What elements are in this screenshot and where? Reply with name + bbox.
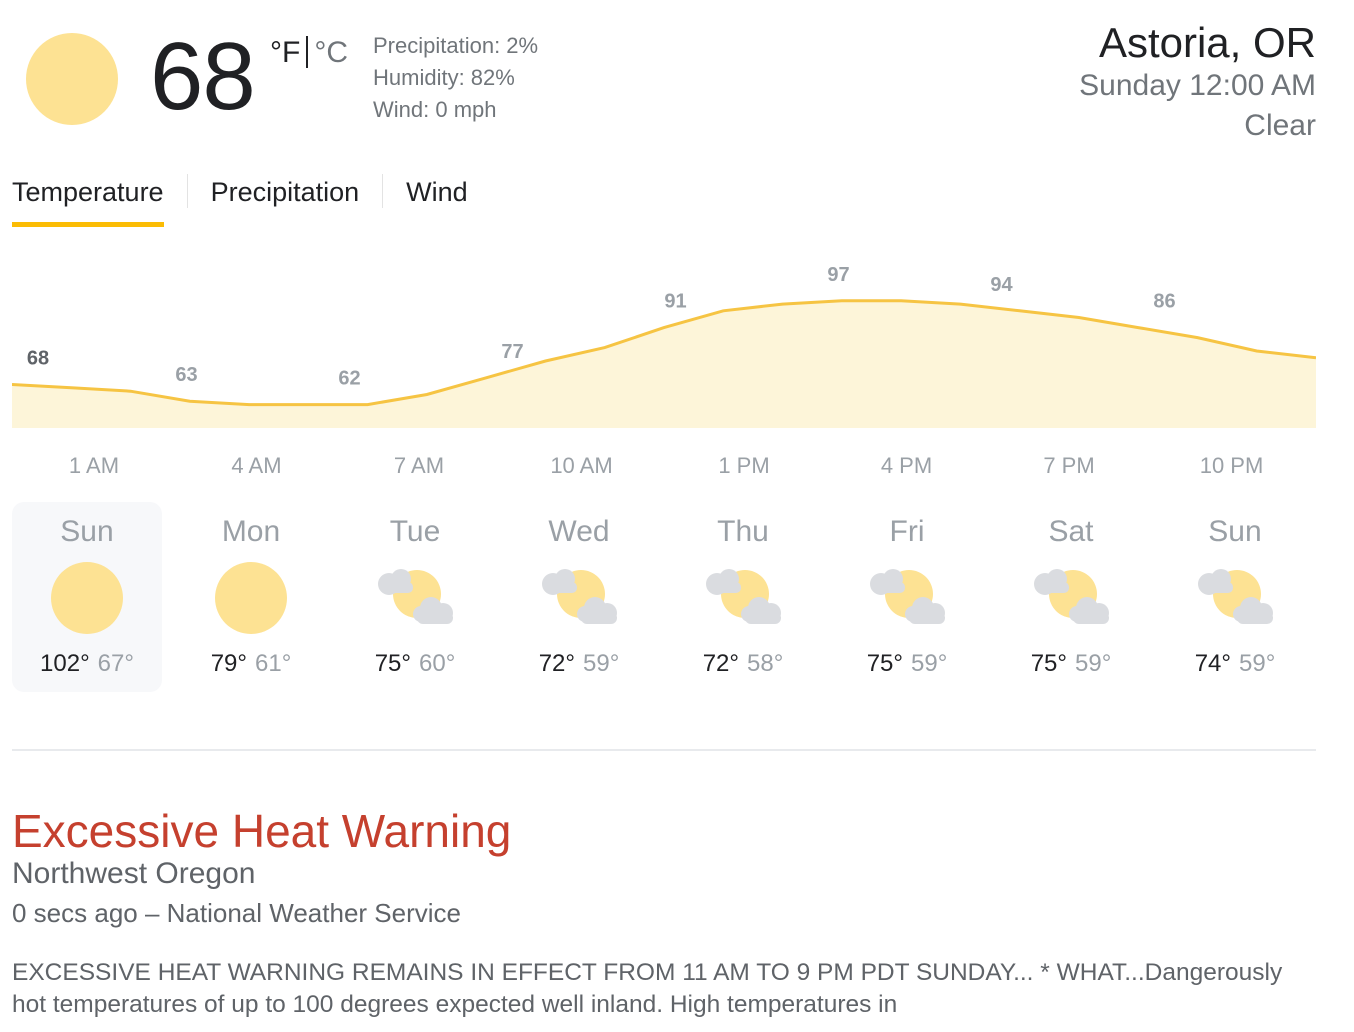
location-condition: Clear: [1244, 109, 1316, 142]
low-temperature: 59°: [1239, 650, 1276, 677]
high-temperature: 75°: [866, 650, 903, 677]
low-temperature: 58°: [747, 650, 784, 677]
temperature-point-label: 86: [1153, 291, 1175, 313]
temperature-point-label: 63: [175, 364, 197, 386]
partly-cloudy-night-icon: [867, 558, 947, 638]
temperature-point-label: 77: [501, 341, 523, 363]
location-datetime: Sunday 12:00 AM: [1079, 69, 1316, 102]
high-temperature: 102°: [40, 650, 90, 677]
day-card[interactable]: Thu 72° 58°: [668, 502, 818, 692]
high-temperature: 72°: [702, 650, 739, 677]
high-temperature: 75°: [374, 650, 411, 677]
day-temperatures: 75° 59°: [832, 647, 982, 681]
partly-cloudy-night-icon: [1195, 558, 1275, 638]
unit-toggle: °F °C: [270, 34, 348, 72]
day-temperatures: 79° 61°: [176, 647, 326, 681]
low-temperature: 59°: [911, 650, 948, 677]
section-divider: [12, 749, 1316, 751]
hour-label: 7 PM: [1043, 453, 1095, 478]
day-card[interactable]: Sat 75° 59°: [996, 502, 1146, 692]
day-name: Mon: [221, 515, 281, 548]
day-card[interactable]: Mon 79° 61°: [176, 502, 326, 692]
weather-details: Precipitation: 2% Humidity: 82% Wind: 0 …: [373, 30, 538, 126]
day-temperatures: 75° 60°: [340, 647, 490, 681]
day-name: Tue: [389, 515, 441, 548]
day-temperatures: 102° 67°: [12, 647, 162, 681]
day-name: Sat: [1048, 515, 1094, 548]
hour-axis: 1 AM 4 AM 7 AM 10 AM 1 PM 4 PM 7 PM 10 PM: [12, 450, 1316, 482]
day-card[interactable]: Wed 72° 59°: [504, 502, 654, 692]
location-block: Astoria, OR Sunday 12:00 AM Clear: [1079, 20, 1316, 146]
forecast-tabs: Temperature Precipitation Wind: [12, 172, 468, 228]
day-name: Thu: [717, 515, 769, 548]
tab-wind[interactable]: Wind: [406, 172, 468, 222]
location-name: Astoria, OR: [1098, 19, 1316, 66]
day-name: Fri: [889, 515, 925, 548]
high-temperature: 72°: [538, 650, 575, 677]
day-name: Sun: [1208, 515, 1262, 548]
low-temperature: 61°: [255, 650, 292, 677]
tab-divider: [382, 174, 384, 208]
temperature-area-fill: [12, 300, 1316, 428]
partly-cloudy-night-icon: [539, 558, 619, 638]
day-card[interactable]: Fri 75° 59°: [832, 502, 982, 692]
day-temperatures: 72° 58°: [668, 647, 818, 681]
hour-label: 4 AM: [231, 453, 282, 478]
alert-region: Northwest Oregon: [12, 857, 256, 890]
temperature-point-label: 97: [827, 264, 849, 286]
daily-forecast: Sun 102° 67° Mon 79° 61° Tue 75° 60° Wed 72° 59° Thu…: [12, 502, 1322, 692]
celsius-toggle[interactable]: °C: [314, 36, 348, 69]
current-weather-sun-icon: [26, 33, 118, 125]
alert-body: EXCESSIVE HEAT WARNING REMAINS IN EFFECT…: [12, 959, 1283, 1018]
high-temperature: 75°: [1030, 650, 1067, 677]
hour-label: 7 AM: [393, 453, 445, 478]
temperature-chart: 68 63 62 77 91 97 94 86: [12, 264, 1316, 428]
hour-label: 10 PM: [1199, 453, 1264, 478]
low-temperature: 67°: [97, 650, 134, 677]
partly-cloudy-night-icon: [703, 558, 783, 638]
sun-icon: [47, 558, 127, 638]
precipitation-detail: Precipitation: 2%: [373, 33, 539, 58]
hour-label: 4 PM: [880, 453, 933, 478]
temperature-point-label: 62: [338, 368, 360, 390]
alert-meta: 0 secs ago – National Weather Service: [12, 898, 461, 928]
high-temperature: 74°: [1194, 650, 1231, 677]
current-temperature: 68: [150, 23, 256, 130]
hour-label: 1 PM: [718, 453, 770, 478]
day-card[interactable]: Sun 74° 59°: [1160, 502, 1310, 692]
humidity-detail: Humidity: 82%: [373, 65, 515, 90]
tab-divider: [186, 174, 188, 208]
temperature-point-label: 94: [990, 274, 1013, 296]
partly-cloudy-night-icon: [1031, 558, 1111, 638]
day-card[interactable]: Tue 75° 60°: [340, 502, 490, 692]
day-name: Sun: [60, 515, 114, 548]
partly-cloudy-night-icon: [375, 558, 455, 638]
day-temperatures: 75° 59°: [996, 647, 1146, 681]
low-temperature: 59°: [1075, 650, 1112, 677]
hour-label: 1 AM: [68, 453, 120, 478]
hour-label: 10 AM: [550, 453, 613, 478]
day-temperatures: 74° 59°: [1160, 647, 1310, 681]
unit-separator: [306, 36, 309, 68]
temperature-point-label: 91: [664, 291, 686, 313]
high-temperature: 79°: [210, 650, 247, 677]
day-temperatures: 72° 59°: [504, 647, 654, 681]
day-card[interactable]: Sun 102° 67°: [12, 502, 162, 692]
fahrenheit-toggle[interactable]: °F: [270, 36, 300, 69]
low-temperature: 60°: [419, 650, 456, 677]
low-temperature: 59°: [583, 650, 620, 677]
sun-icon: [211, 558, 291, 638]
tab-precipitation[interactable]: Precipitation: [211, 172, 360, 222]
alert-title[interactable]: Excessive Heat Warning: [12, 803, 511, 859]
wind-detail: Wind: 0 mph: [373, 97, 497, 122]
temperature-point-label: 68: [27, 348, 49, 370]
day-name: Wed: [548, 515, 610, 548]
tab-temperature[interactable]: Temperature: [12, 172, 164, 227]
